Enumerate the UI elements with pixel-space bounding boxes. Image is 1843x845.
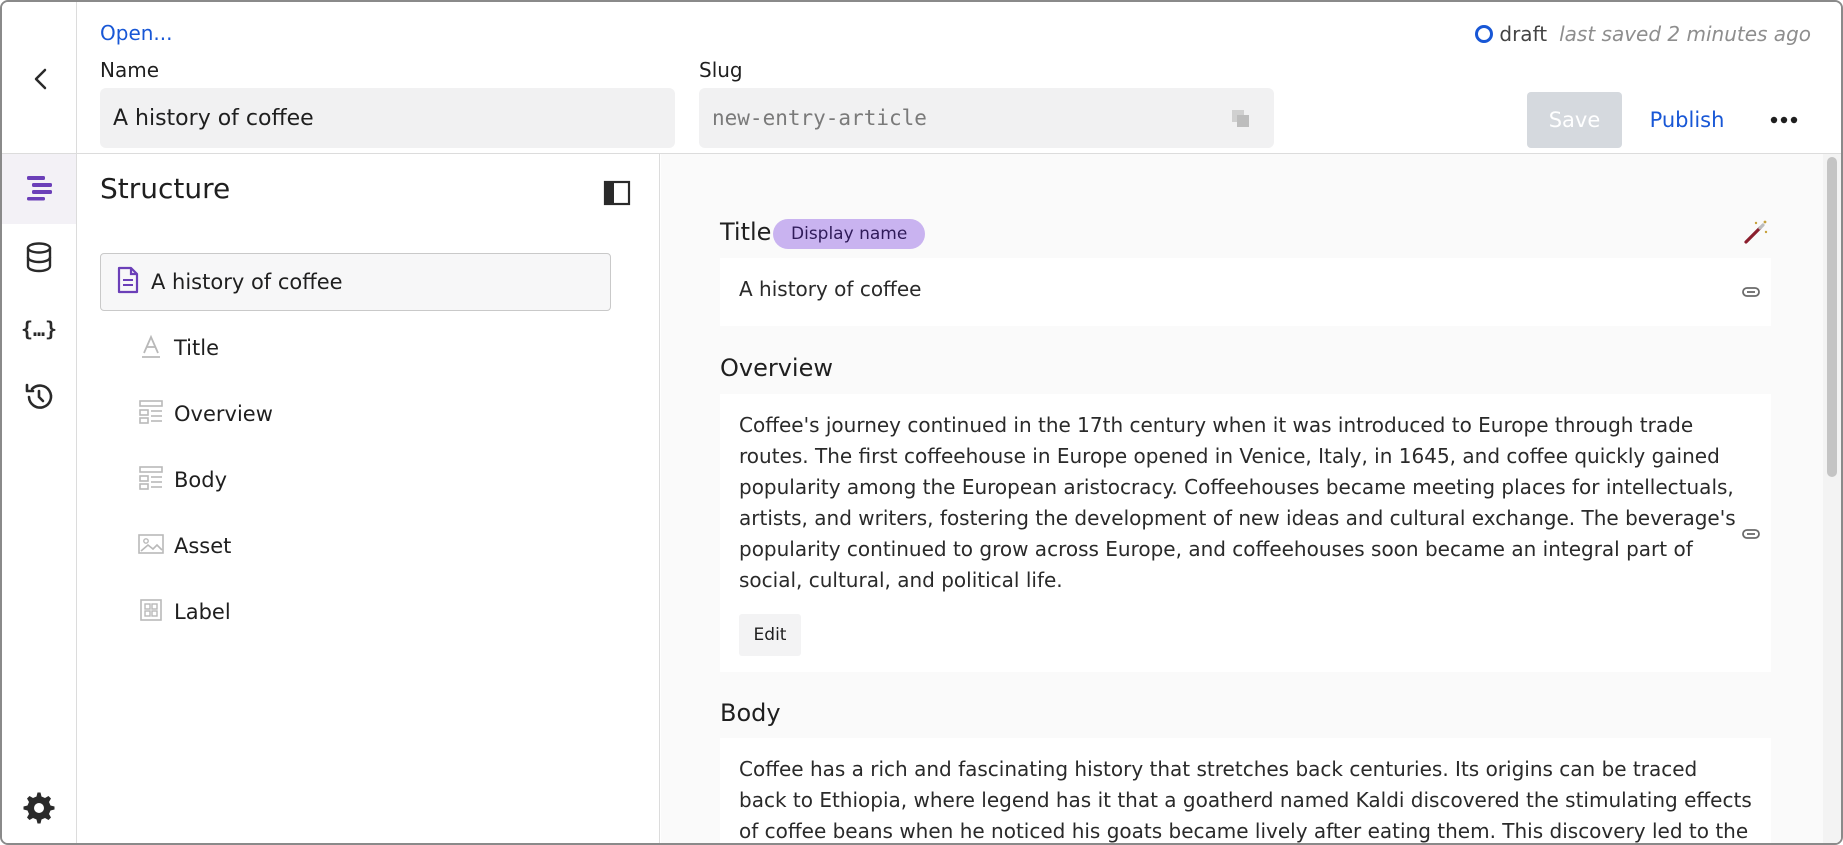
braces-icon: {…}: [20, 317, 58, 341]
app-window: Open... Name Slug new-entry-article draf…: [0, 0, 1843, 845]
status-text: draft: [1499, 22, 1548, 46]
structure-panel: Structure A history of coffee Title Over…: [77, 154, 660, 843]
title-value: A history of coffee: [739, 277, 922, 301]
slug-label: Slug: [699, 58, 743, 82]
tree-item-label: Asset: [174, 534, 232, 558]
editor-area: Title Display name A history of coffee O…: [661, 154, 1841, 843]
left-rail: {…}: [2, 154, 77, 843]
document-icon: [115, 266, 151, 298]
display-name-badge: Display name: [773, 219, 926, 249]
more-icon[interactable]: [1764, 102, 1804, 138]
status-dot-icon: [1475, 25, 1494, 43]
tree-item-asset[interactable]: Asset: [138, 526, 231, 566]
name-input[interactable]: [100, 88, 675, 148]
database-icon: [22, 240, 56, 278]
slug-value: new-entry-article: [712, 106, 927, 130]
structure-title: Structure: [100, 172, 231, 205]
tree-item-label: Overview: [174, 402, 273, 426]
back-chevron-icon[interactable]: [26, 64, 56, 94]
status-bar: draft last saved 2 minutes ago: [1475, 22, 1811, 46]
rail-json[interactable]: {…}: [2, 294, 76, 364]
tree-item-title[interactable]: Title: [138, 328, 219, 368]
rail-structure[interactable]: [2, 154, 76, 224]
tree-item-label: Body: [174, 468, 228, 492]
editor-scrollbar[interactable]: [1823, 154, 1841, 843]
link-icon[interactable]: [1741, 282, 1761, 302]
image-icon: [138, 531, 174, 561]
last-saved-text: last saved 2 minutes ago: [1559, 22, 1811, 46]
text-field-icon: [138, 333, 174, 363]
overview-line: popularity among the European aristocrac…: [739, 475, 1734, 499]
tree-root-item[interactable]: A history of coffee: [100, 253, 611, 311]
publish-button[interactable]: Publish: [1637, 92, 1737, 148]
status-badge: draft: [1475, 22, 1547, 46]
rich-text-icon: [138, 465, 174, 495]
link-icon[interactable]: [1741, 524, 1761, 544]
back-column: [2, 2, 77, 154]
overview-line: Coffee's journey continued in the 17th c…: [739, 413, 1694, 437]
overview-line: popularity continued to grow across Euro…: [739, 537, 1693, 561]
tree-root-label: A history of coffee: [151, 270, 343, 294]
rich-text-icon: [138, 399, 174, 429]
rail-history[interactable]: [2, 364, 76, 434]
entry-header: Open... Name Slug new-entry-article draf…: [2, 2, 1841, 154]
slug-field[interactable]: new-entry-article: [699, 88, 1274, 148]
tree-item-overview[interactable]: Overview: [138, 394, 273, 434]
body-line: Coffee has a rich and fascinating histor…: [739, 757, 1698, 781]
tree-item-label: Label: [174, 600, 231, 624]
title-field-label: Title: [720, 218, 772, 246]
tree-item-label: Title: [174, 336, 220, 360]
structure-icon: [22, 170, 56, 208]
grid-icon: [138, 597, 174, 627]
body-field[interactable]: Coffee has a rich and fascinating histor…: [720, 738, 1771, 843]
overview-line: routes. The first coffeehouse in Europe …: [739, 444, 1720, 468]
edit-button[interactable]: Edit: [739, 614, 801, 656]
history-icon: [22, 380, 56, 418]
copy-icon[interactable]: [1230, 108, 1252, 130]
tree-item-label-field[interactable]: Label: [138, 592, 231, 632]
name-label: Name: [100, 58, 160, 82]
body-line: back to Ethiopia, where legend has it th…: [739, 788, 1752, 812]
panel-toggle-icon[interactable]: [603, 180, 631, 206]
overview-field-label: Overview: [720, 354, 833, 382]
overview-field[interactable]: Coffee's journey continued in the 17th c…: [720, 394, 1771, 672]
wand-icon[interactable]: [1742, 218, 1770, 246]
save-button[interactable]: Save: [1527, 92, 1622, 148]
overview-line: social, cultural, and political life.: [739, 568, 1063, 592]
scroll-thumb[interactable]: [1827, 157, 1837, 477]
title-input[interactable]: A history of coffee: [720, 258, 1771, 326]
body-field-label: Body: [720, 699, 781, 727]
overview-line: artists, and writers, fostering the deve…: [739, 506, 1736, 530]
open-link[interactable]: Open...: [100, 21, 173, 45]
settings-icon[interactable]: [22, 791, 56, 825]
body-line: of coffee beans when he noticed his goat…: [739, 819, 1749, 843]
tree-item-body[interactable]: Body: [138, 460, 227, 500]
rail-data[interactable]: [2, 224, 76, 294]
